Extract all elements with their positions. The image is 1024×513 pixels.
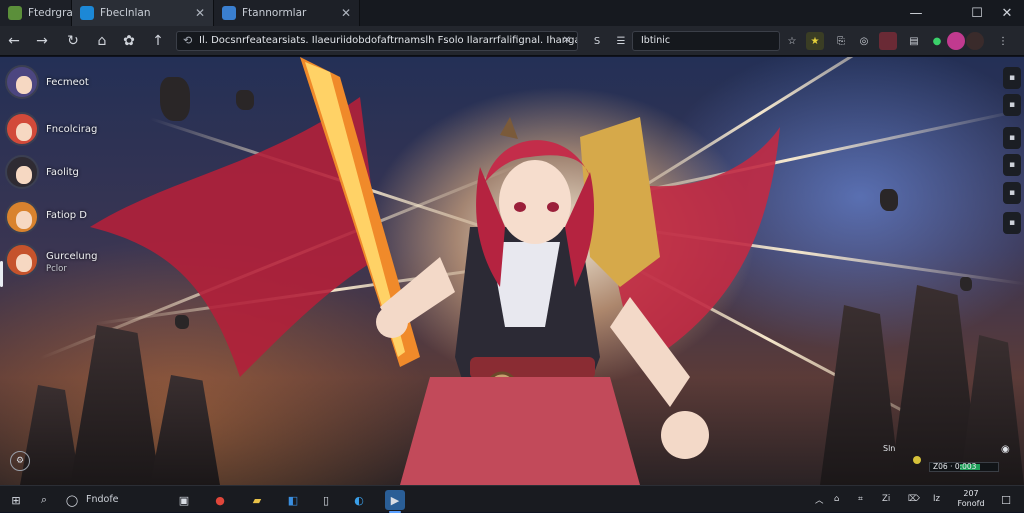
star-icon[interactable]: ★ <box>806 32 824 50</box>
chat-icon[interactable]: ◯ <box>62 490 82 510</box>
forward-icon[interactable]: → <box>32 31 52 51</box>
search-icon[interactable]: ⌕ <box>34 490 54 510</box>
maximize-button[interactable]: ☐ <box>961 0 993 26</box>
tray-item[interactable]: Iz <box>933 494 940 504</box>
share-icon[interactable]: ⎘ <box>832 32 850 50</box>
avatar[interactable] <box>5 112 39 146</box>
tray-item[interactable]: ⌗ <box>858 494 863 504</box>
download-icon[interactable]: ▤ <box>905 32 923 50</box>
browser-toolbar: ← → ↻ ⌂ ✿ ↑ ⟲ Il. Docsnrfeatearsiats. Il… <box>0 26 1024 56</box>
extension-badge-icon[interactable] <box>947 32 965 50</box>
clock-time: 207 <box>963 489 979 498</box>
close-tab-icon[interactable]: ✕ <box>195 6 205 20</box>
chat-status: Pclor <box>46 264 67 274</box>
taskbar-search-label[interactable]: Fndofe <box>86 494 119 505</box>
status-icon[interactable]: ● <box>928 32 946 50</box>
notification-icon[interactable]: ☐ <box>996 490 1016 510</box>
tray-item[interactable]: Zi <box>882 494 890 504</box>
address-bar[interactable]: ⟲ Il. Docsnrfeatearsiats. Ilaeuriidobdof… <box>176 31 578 51</box>
folder-icon[interactable]: ▰ <box>247 490 267 510</box>
hud-label: Sln <box>883 444 896 453</box>
start-icon[interactable]: ⊞ <box>6 490 26 510</box>
hud-progress-text: Z06 · 0:003 <box>933 462 977 471</box>
chat-name[interactable]: Fncolcirag <box>46 124 97 135</box>
edge-icon[interactable]: ◐ <box>349 490 369 510</box>
tray-item[interactable]: ⌦ <box>908 494 920 504</box>
clock[interactable]: 207 Fonofd <box>950 489 992 509</box>
settings-icon[interactable]: ⚙ <box>10 451 30 471</box>
avatar[interactable] <box>5 65 39 99</box>
tab-2[interactable]: Ftannormlar ✕ <box>214 0 360 26</box>
side-button[interactable]: ▪ <box>1003 127 1021 149</box>
widgets-icon[interactable]: ▣ <box>174 490 194 510</box>
notes-icon[interactable]: ▯ <box>316 490 336 510</box>
tab-0[interactable]: Ftedrgrajc <box>0 0 82 26</box>
side-button[interactable]: ▪ <box>1003 67 1021 89</box>
active-indicator <box>0 261 3 287</box>
chat-name[interactable]: Fatiop D <box>46 210 87 221</box>
address-text: Il. Docsnrfeatearsiats. Ilaeuriidobdofaf… <box>199 35 578 46</box>
side-button[interactable]: ▪ <box>1003 182 1021 204</box>
active-app-icon[interactable]: ▶ <box>385 490 405 513</box>
avatar[interactable] <box>966 32 984 50</box>
back-icon[interactable]: ← <box>4 31 24 51</box>
chat-name[interactable]: Gurcelung <box>46 251 97 262</box>
tray-item[interactable]: ⌂ <box>834 494 839 504</box>
reload-icon[interactable]: ↻ <box>63 31 83 51</box>
status-hud: Sln Z06 · 0:003 ◉ <box>883 442 1017 482</box>
close-window-button[interactable]: ✕ <box>991 0 1023 26</box>
hud-indicator-icon <box>913 456 921 464</box>
menu-icon[interactable]: ☰ <box>612 32 630 50</box>
chat-name[interactable]: Fecmeot <box>46 77 89 88</box>
side-button[interactable]: ▪ <box>1003 94 1021 116</box>
site-search-field[interactable]: Ibtinic <box>632 31 780 51</box>
avatar[interactable] <box>5 155 39 189</box>
taskbar: ⊞ ⌕ ◯ Fndofe ▣ ● ▰ ◧ ▯ ◐ ▶ ︿ ⌂ ⌗ Zi ⌦ Iz… <box>0 485 1024 513</box>
avatar[interactable] <box>5 200 39 234</box>
tab-label: Fbeclnlan <box>100 7 151 19</box>
extension-icon[interactable]: ✿ <box>119 31 139 51</box>
minimize-button[interactable]: — <box>900 0 932 26</box>
game-artwork: Fecmeot Fncolcirag Faolitg Fatiop D Gurc… <box>0 57 1024 485</box>
eye-icon[interactable]: ◉ <box>1001 444 1010 455</box>
side-button[interactable]: ▪ <box>1003 154 1021 176</box>
profile-thumbnail[interactable] <box>879 32 897 50</box>
upload-icon[interactable]: ↑ <box>148 31 168 51</box>
close-tab-icon[interactable]: ✕ <box>341 6 351 20</box>
site-icon[interactable]: S <box>588 32 606 50</box>
compass-icon[interactable]: ◎ <box>855 32 873 50</box>
app-icon <box>8 6 22 20</box>
app-icon <box>222 6 236 20</box>
site-search-value: Ibtinic <box>641 35 671 46</box>
chat-name[interactable]: Faolitg <box>46 167 79 178</box>
clock-date: Fonofd <box>957 499 985 508</box>
tab-label: Ftannormlar <box>242 7 307 19</box>
app-icon <box>80 6 94 20</box>
tab-strip: Ftedrgrajc Fbeclnlan ✕ Ftannormlar ✕ — ☐… <box>0 0 1024 26</box>
more-menu-icon[interactable]: ⋮ <box>994 32 1012 50</box>
avatar[interactable] <box>5 243 39 277</box>
hud-progress: Z06 · 0:003 <box>929 462 999 472</box>
side-button[interactable]: ▪ <box>1003 212 1021 234</box>
tab-1[interactable]: Fbeclnlan ✕ <box>72 0 214 26</box>
page-info-icon[interactable]: ⟲ <box>183 32 192 50</box>
store-icon[interactable]: ◧ <box>283 490 303 510</box>
clear-address-icon[interactable]: ✕ <box>563 32 571 50</box>
tray-expand-icon[interactable]: ︿ <box>815 494 824 506</box>
home-icon[interactable]: ⌂ <box>92 31 112 51</box>
media-app-icon[interactable]: ● <box>210 490 230 510</box>
hero-illustration <box>90 57 780 485</box>
bookmark-icon[interactable]: ☆ <box>783 32 801 50</box>
